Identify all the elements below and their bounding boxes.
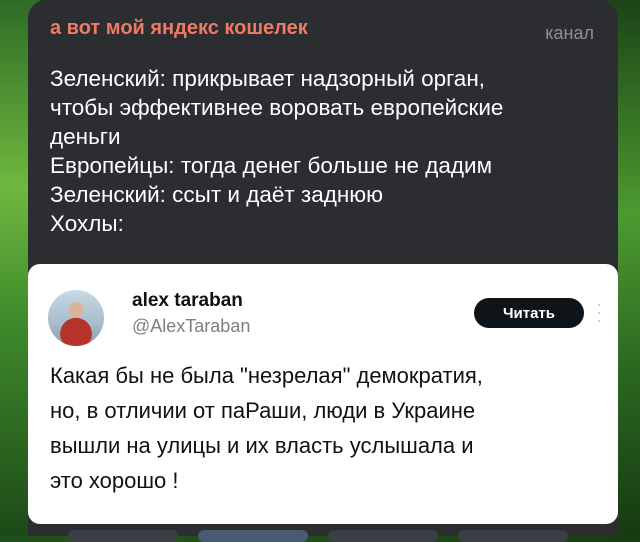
- message-line: Европейцы: тогда денег больше не дадим: [50, 153, 493, 178]
- tweet-text: Какая бы не была "незрелая" демократия, …: [50, 358, 605, 498]
- message-line: Зеленский: ссыт и даёт заднюю: [50, 182, 384, 207]
- read-button[interactable]: Читать: [474, 298, 584, 328]
- message-line: деньги: [50, 124, 121, 149]
- tweet-header: alex taraban @AlexTaraban Читать · · ·: [44, 282, 604, 346]
- avatar[interactable]: [48, 290, 104, 346]
- more-vertical-icon[interactable]: · · ·: [596, 295, 602, 329]
- tweet-embed[interactable]: alex taraban @AlexTaraban Читать · · · Как…: [28, 264, 618, 524]
- tweet-line: Какая бы не была "незрелая" демократия,: [50, 363, 483, 388]
- message-header: а вот мой яндекс кошелек канал: [28, 0, 618, 43]
- channel-badge: канал: [545, 22, 594, 43]
- channel-message[interactable]: а вот мой яндекс кошелек канал Зеленский…: [28, 0, 618, 542]
- channel-name[interactable]: а вот мой яндекс кошелек: [50, 17, 308, 40]
- reaction-pill[interactable]: [328, 530, 438, 542]
- message-line: Хохлы:: [50, 211, 124, 236]
- message-text: Зеленский: прикрывает надзорный орган, ч…: [28, 42, 618, 238]
- tweet-line: но, в отличии от паРаши, люди в Украине: [50, 398, 476, 423]
- author-handle[interactable]: @AlexTaraban: [132, 316, 250, 337]
- tweet-line: это хорошо !: [50, 468, 179, 493]
- reaction-pill[interactable]: [68, 530, 178, 542]
- tweet-line: вышли на улицы и их власть услышала и: [50, 433, 474, 458]
- reaction-pill[interactable]: [458, 530, 568, 542]
- message-line: Зеленский: прикрывает надзорный орган,: [50, 66, 485, 91]
- author-name[interactable]: alex taraban: [132, 290, 243, 312]
- message-line: чтобы эффективнее воровать европейские: [50, 95, 504, 120]
- reaction-pill[interactable]: [198, 530, 308, 542]
